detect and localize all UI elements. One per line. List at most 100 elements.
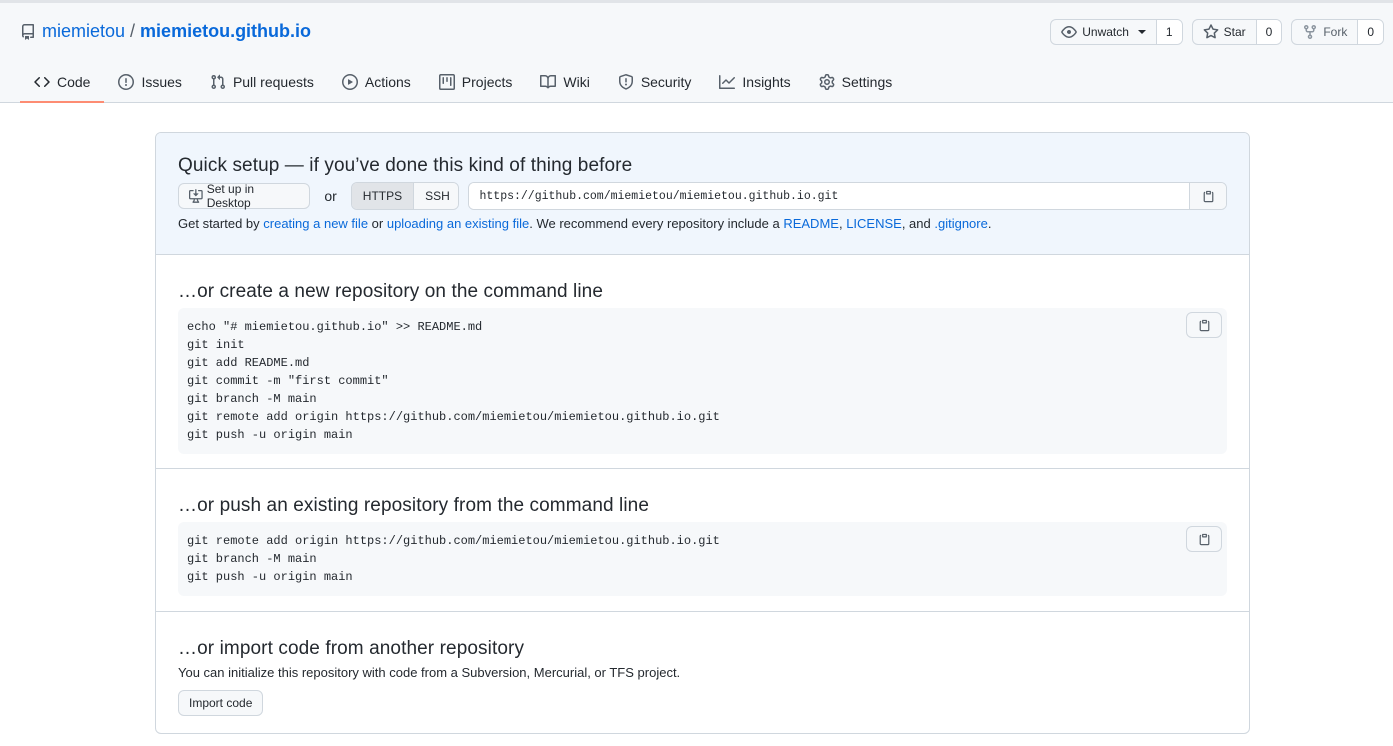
tab-security[interactable]: Security	[604, 63, 706, 103]
play-icon	[341, 74, 358, 90]
tab-settings[interactable]: Settings	[805, 63, 907, 103]
repo-nav-tabs: Code Issues Pull requests Actions Projec…	[20, 63, 906, 103]
project-icon	[438, 74, 455, 90]
tab-pull-requests[interactable]: Pull requests	[196, 63, 328, 103]
upload-file-link[interactable]: uploading an existing file	[387, 216, 529, 231]
import-description: You can initialize this repository with …	[178, 665, 681, 680]
fork-button-group: Fork 0	[1291, 19, 1384, 45]
readme-link[interactable]: README	[783, 216, 839, 231]
create-new-file-link[interactable]: creating a new file	[263, 216, 368, 231]
star-button-group: Star 0	[1191, 19, 1283, 45]
watch-count[interactable]: 1	[1156, 20, 1182, 44]
import-repo-section: …or import code from another repository …	[156, 612, 1249, 716]
getting-started-hint: Get started by creating a new file or up…	[178, 216, 1227, 231]
book-icon	[540, 74, 557, 89]
clone-options-row: Set up in Desktop or HTTPS SSH	[178, 182, 1227, 210]
code-line: git init	[187, 338, 245, 352]
star-icon	[1203, 24, 1219, 39]
tab-issues-label: Issues	[141, 74, 182, 90]
copy-create-commands-button[interactable]	[1186, 312, 1222, 338]
setup-in-desktop-button[interactable]: Set up in Desktop	[178, 182, 311, 210]
quick-setup-title: Quick setup — if you’ve done this kind o…	[178, 155, 633, 176]
tab-settings-label: Settings	[841, 74, 893, 90]
clone-url-input[interactable]	[469, 183, 1189, 209]
star-button[interactable]: Star	[1193, 20, 1257, 44]
tab-actions[interactable]: Actions	[328, 63, 425, 103]
push-repo-code-block: git remote add origin https://github.com…	[178, 522, 1227, 596]
repo-title: miemietou / miemietou.github.io	[20, 21, 311, 42]
tab-actions-label: Actions	[364, 74, 411, 90]
hint-text-1: Get started by	[178, 216, 264, 231]
or-text: or	[324, 188, 337, 204]
code-line: git commit -m "first commit"	[187, 374, 389, 388]
clipboard-icon	[1199, 319, 1209, 331]
import-code-button[interactable]: Import code	[178, 690, 264, 716]
repo-header: miemietou / miemietou.github.io Unwatch …	[0, 3, 1393, 103]
repo-separator: /	[130, 21, 136, 41]
desktop-download-icon	[189, 189, 203, 203]
unwatch-label: Unwatch	[1082, 25, 1129, 39]
code-icon	[34, 76, 50, 88]
code-line: git remote add origin https://github.com…	[187, 534, 720, 548]
tab-wiki[interactable]: Wiki	[526, 63, 603, 103]
issue-icon	[118, 74, 135, 90]
code-line: git remote add origin https://github.com…	[187, 410, 720, 424]
import-repo-title: …or import code from another repository	[178, 638, 525, 659]
shield-icon	[618, 74, 633, 90]
pull-request-icon	[211, 74, 225, 90]
clone-url-box	[468, 182, 1227, 210]
create-repo-code-block: echo "# miemietou.github.io" >> README.m…	[178, 308, 1227, 454]
tab-projects[interactable]: Projects	[425, 63, 527, 103]
license-link[interactable]: LICENSE	[846, 216, 902, 231]
tab-code[interactable]: Code	[20, 63, 105, 103]
hint-text-2: or	[368, 216, 387, 231]
code-line: git branch -M main	[187, 392, 317, 406]
create-repo-title: …or create a new repository on the comma…	[178, 281, 604, 302]
code-line: git push -u origin main	[187, 570, 353, 584]
copy-url-button[interactable]	[1189, 183, 1226, 209]
push-repo-section: …or push an existing repository from the…	[156, 469, 1249, 612]
fork-count[interactable]: 0	[1358, 20, 1383, 44]
ssh-button[interactable]: SSH	[414, 183, 459, 209]
copy-push-commands-button[interactable]	[1186, 526, 1222, 552]
quick-setup-section: Quick setup — if you’ve done this kind o…	[156, 133, 1249, 255]
eye-icon	[1061, 26, 1078, 38]
star-count[interactable]: 0	[1256, 20, 1282, 44]
tab-code-label: Code	[57, 74, 91, 90]
code-line: echo "# miemietou.github.io" >> README.m…	[187, 320, 483, 334]
tab-insights[interactable]: Insights	[705, 63, 804, 103]
star-label: Star	[1223, 25, 1246, 39]
graph-icon	[719, 75, 736, 89]
setup-in-desktop-label: Set up in Desktop	[206, 182, 255, 210]
gear-icon	[819, 74, 835, 90]
tab-wiki-label: Wiki	[563, 74, 590, 90]
create-repo-section: …or create a new repository on the comma…	[156, 255, 1249, 469]
hint-text-4: , and	[901, 216, 935, 231]
chevron-down-icon	[1137, 30, 1146, 34]
fork-icon	[1304, 25, 1317, 40]
unwatch-button[interactable]: Unwatch	[1051, 20, 1157, 44]
code-line: git push -u origin main	[187, 428, 353, 442]
https-button[interactable]: HTTPS	[351, 183, 415, 209]
fork-button[interactable]: Fork	[1292, 20, 1359, 44]
gitignore-link[interactable]: .gitignore	[934, 216, 987, 231]
empty-repo-setup-panel: Quick setup — if you’ve done this kind o…	[155, 132, 1250, 734]
code-line: git branch -M main	[187, 552, 317, 566]
clipboard-icon	[1203, 190, 1213, 202]
repo-name-link[interactable]: miemietou.github.io	[140, 21, 311, 42]
tab-security-label: Security	[640, 74, 692, 90]
tab-pull-requests-label: Pull requests	[232, 74, 314, 90]
code-line: git add README.md	[187, 356, 310, 370]
repo-owner-link[interactable]: miemietou	[42, 21, 125, 42]
repo-actions: Unwatch 1 Star 0 Fork 0	[1050, 19, 1384, 45]
repo-icon	[22, 23, 34, 40]
push-repo-title: …or push an existing repository from the…	[178, 495, 650, 516]
watch-button-group: Unwatch 1	[1050, 19, 1183, 45]
clipboard-icon	[1199, 533, 1209, 545]
tab-projects-label: Projects	[461, 74, 513, 90]
fork-label: Fork	[1323, 25, 1348, 39]
tab-insights-label: Insights	[742, 74, 791, 90]
hint-text-3: . We recommend every repository include …	[529, 216, 784, 231]
hint-end: .	[987, 216, 992, 231]
tab-issues[interactable]: Issues	[104, 63, 195, 103]
